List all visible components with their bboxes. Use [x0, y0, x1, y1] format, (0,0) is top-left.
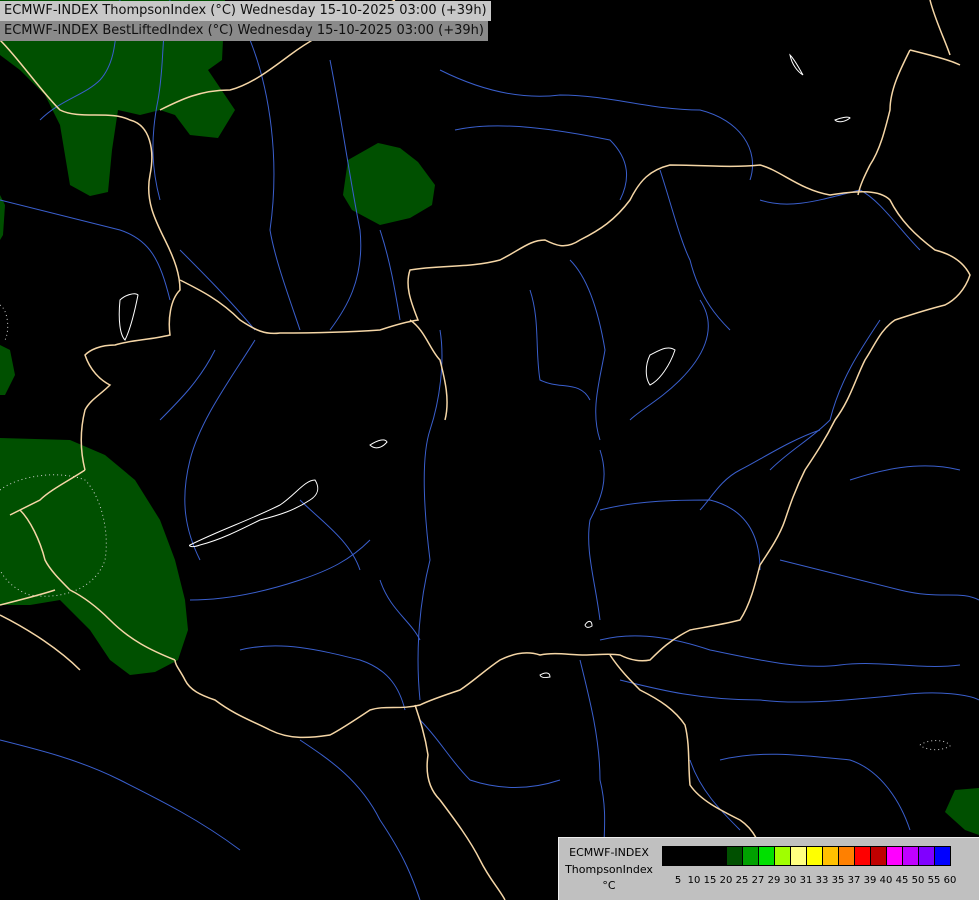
map-canvas: [0, 0, 979, 900]
legend-swatch: [758, 846, 775, 866]
legend-tick-label: 25: [735, 875, 749, 886]
legend-swatch: [726, 846, 743, 866]
green-areas: [0, 0, 979, 835]
legend-tick-label: 37: [847, 875, 861, 886]
legend-swatch: [662, 846, 679, 866]
title-line-2: ECMWF-INDEX BestLiftedIndex (°C) Wednesd…: [0, 21, 488, 41]
legend-swatch: [902, 846, 919, 866]
legend-swatch: [822, 846, 839, 866]
legend-tick-label: 30: [783, 875, 797, 886]
weather-map-window: ECMWF-INDEX ThompsonIndex (°C) Wednesday…: [0, 0, 979, 900]
legend-swatch: [678, 846, 695, 866]
legend-tick-label: 45: [895, 875, 909, 886]
legend-swatch: [806, 846, 823, 866]
legend-tick-label: 33: [815, 875, 829, 886]
legend-tick-label: 15: [703, 875, 717, 886]
legend-swatch: [790, 846, 807, 866]
color-legend: ECMWF-INDEX ThompsonIndex °C 5 10 15 20 25 27…: [558, 837, 979, 900]
legend-swatch: [870, 846, 887, 866]
legend-tick-label: 35: [831, 875, 845, 886]
legend-swatch: [934, 846, 951, 866]
legend-unit-label: °C: [602, 879, 616, 892]
legend-swatch: [854, 846, 871, 866]
legend-swatch: [694, 846, 711, 866]
legend-tick-label: 27: [751, 875, 765, 886]
legend-tick-label: 60: [943, 875, 957, 886]
legend-swatch: [774, 846, 791, 866]
legend-tick-label: 31: [799, 875, 813, 886]
country-borders: [0, 0, 971, 900]
legend-tick-label: 40: [879, 875, 893, 886]
legend-tick-label: 29: [767, 875, 781, 886]
legend-tick-label: 39: [863, 875, 877, 886]
legend-swatch: [886, 846, 903, 866]
legend-swatch: [710, 846, 727, 866]
legend-tick-label: 10: [687, 875, 701, 886]
legend-tick-label: 55: [927, 875, 941, 886]
legend-model-label: ECMWF-INDEX: [569, 846, 649, 859]
legend-tick-label: 5: [674, 875, 682, 886]
title-line-1: ECMWF-INDEX ThompsonIndex (°C) Wednesday…: [0, 1, 491, 21]
legend-parameter-label: ThompsonIndex: [565, 863, 653, 876]
legend-tick-label: 50: [911, 875, 925, 886]
lakes: [118, 53, 851, 679]
legend-swatches: [662, 846, 951, 866]
legend-swatch: [918, 846, 935, 866]
legend-tick-label: 20: [719, 875, 733, 886]
legend-swatch: [838, 846, 855, 866]
legend-swatch: [742, 846, 759, 866]
